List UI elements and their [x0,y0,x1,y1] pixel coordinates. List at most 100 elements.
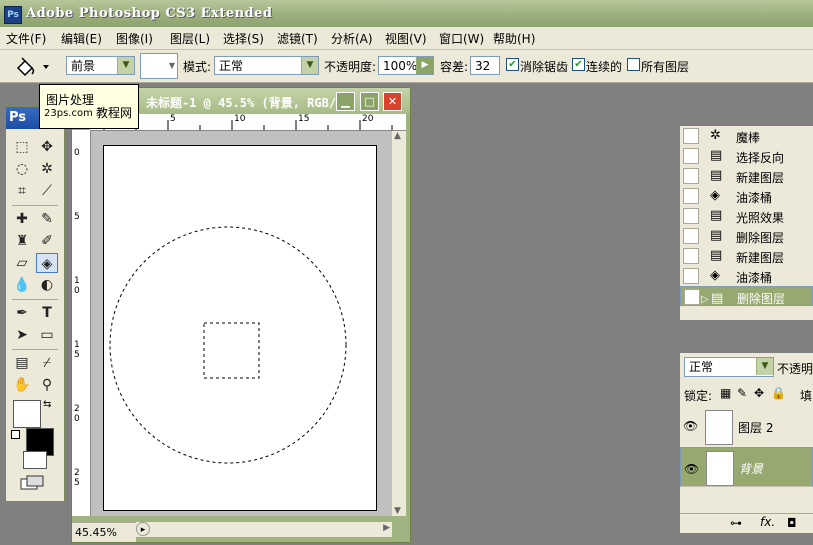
layer-opacity-label: 不透明 [777,362,813,376]
history-item[interactable]: ▤ 新建图层 [680,246,813,266]
history-panel: ✲ 魔棒 ▤ 选择反向 ▤ 新建图层 ◈ 油漆桶 ▤ 光照效果 ▤ 删除图层 ▤ 新建图层 ◈… [680,126,813,320]
default-colors-icon[interactable] [11,430,20,439]
close-icon[interactable]: ✕ [383,92,402,111]
horizontal-scrollbar[interactable]: ▸ ▶ [136,522,392,537]
history-state-icon: ▤ [711,291,724,306]
history-brush-tool-icon[interactable]: ✐ [36,231,58,251]
layer-mask-icon[interactable]: ◘ [787,516,797,530]
menu-analysis[interactable]: 分析(A) [331,30,373,47]
history-state-icon: ▤ [710,228,723,243]
vertical-scrollbar[interactable]: ▲ ▼ [392,131,406,516]
document-window: 未标题-1 @ 45.5% (背景, RGB/8) ▁ □ ✕ 0 5 10 1… [71,87,411,543]
layer-thumbnail [705,410,733,445]
menu-filter[interactable]: 滤镜(T) [277,30,318,47]
chevron-right-icon[interactable]: ▶ [416,57,433,74]
blend-mode-select[interactable]: 正常 ▼ [684,357,774,377]
tooltip-brand: 教程网 [96,106,133,120]
path-selection-tool-icon[interactable]: ➤ [11,325,33,345]
mode-label: 模式: [183,60,212,74]
foreground-color-swatch[interactable] [13,400,41,428]
layer-row[interactable]: 👁 图层 2 [680,407,813,448]
toolbox-logo: Ps [9,110,27,125]
shape-tool-icon[interactable]: ▭ [36,325,58,345]
layer-style-icon[interactable]: fx. [760,515,775,529]
all-layers-checkbox[interactable] [627,58,640,71]
eye-icon[interactable]: 👁 [683,419,698,433]
photoshop-logo-icon: Ps [4,6,22,24]
menu-image[interactable]: 图像(I) [116,30,153,47]
zoom-level[interactable]: 45.45% [75,526,117,539]
scroll-down-icon[interactable]: ▼ [394,506,401,516]
layers-footer: ⊶ fx. ◘ [680,513,813,534]
minimize-icon[interactable]: ▁ [336,92,355,111]
screen-mode-icon[interactable] [20,475,46,491]
fill-source-select[interactable]: 前景 ▼ [66,56,135,75]
swap-colors-icon[interactable]: ⇆ [43,399,51,410]
contiguous-checkbox[interactable]: ✔ [572,58,585,71]
tool-preset-picker[interactable] [10,54,54,78]
pattern-picker[interactable]: ▼ [140,53,178,79]
menu-edit[interactable]: 编辑(E) [61,30,102,47]
history-item-selected[interactable]: ▷ ▤ 删除图层 [680,286,813,306]
history-state-icon: ▤ [710,208,723,223]
menu-file[interactable]: 文件(F) [6,30,46,47]
chevron-down-icon: ▼ [756,358,773,375]
history-item[interactable]: ▤ 新建图层 [680,166,813,186]
marquee-tool-icon[interactable]: ⬚ [11,137,33,157]
magic-wand-tool-icon[interactable]: ✲ [36,159,58,179]
lasso-tool-icon[interactable]: ◌ [11,159,33,179]
tooltip-line1: 图片处理 [46,93,95,107]
document-canvas[interactable] [103,145,377,511]
layer-name: 图层 2 [738,421,774,435]
link-layers-icon[interactable]: ⊶ [730,516,742,530]
quick-mask-icon[interactable] [23,451,47,469]
menu-select[interactable]: 选择(S) [223,30,264,47]
zoom-tool-icon[interactable]: ⚲ [36,375,58,395]
eye-icon[interactable]: 👁 [684,460,699,479]
eraser-tool-icon[interactable]: ▱ [11,253,33,273]
history-item[interactable]: ▤ 光照效果 [680,206,813,226]
paint-bucket-tool-icon[interactable]: ◈ [36,253,58,273]
blur-tool-icon[interactable]: 💧 [11,275,33,295]
menu-window[interactable]: 窗口(W) [439,30,484,47]
menu-view[interactable]: 视图(V) [385,30,427,47]
lock-position-icon[interactable]: ✥ [754,386,764,400]
tolerance-input[interactable]: 32 [470,56,500,75]
lock-transparency-icon[interactable]: ▦ [720,386,731,400]
move-tool-icon[interactable]: ✥ [36,137,58,157]
dodge-tool-icon[interactable]: ◐ [36,275,58,295]
menu-help[interactable]: 帮助(H) [493,30,535,47]
lock-pixels-icon[interactable]: ✎ [737,386,747,400]
history-item[interactable]: ◈ 油漆桶 [680,266,813,286]
opacity-label: 不透明度: [324,60,377,74]
tooltip-site: 23ps.com [44,108,93,119]
mode-select[interactable]: 正常 ▼ [214,56,319,75]
scroll-right-icon[interactable]: ▶ [383,523,390,533]
history-item[interactable]: ▤ 选择反向 [680,146,813,166]
pen-tool-icon[interactable]: ✒ [11,303,33,323]
healing-brush-tool-icon[interactable]: ✚ [11,209,33,229]
eyedropper-tool-icon[interactable]: ⌿ [36,353,58,373]
crop-tool-icon[interactable]: ⌗ [11,181,33,201]
status-menu-icon[interactable]: ▸ [136,522,150,536]
ruler-left-label: 20 [74,404,80,424]
history-item[interactable]: ✲ 魔棒 [680,126,813,146]
brush-tool-icon[interactable]: ✎ [36,209,58,229]
hand-tool-icon[interactable]: ✋ [11,375,33,395]
lock-all-icon[interactable]: 🔒 [771,386,786,400]
ruler-left-label: 25 [74,468,80,488]
clone-stamp-tool-icon[interactable]: ♜ [11,231,33,251]
maximize-icon[interactable]: □ [360,92,379,111]
canvas-area[interactable] [91,131,392,516]
status-bar: 45.45% [72,522,136,542]
slice-tool-icon[interactable]: ⟋ [36,181,58,201]
notes-tool-icon[interactable]: ▤ [11,353,33,373]
history-item[interactable]: ◈ 油漆桶 [680,186,813,206]
menu-layer[interactable]: 图层(L) [170,30,210,47]
history-item[interactable]: ▤ 删除图层 [680,226,813,246]
type-tool-icon[interactable]: T [36,303,58,323]
scroll-up-icon[interactable]: ▲ [394,131,401,141]
layer-row-selected[interactable]: 👁 背景 [680,447,813,487]
opacity-input[interactable]: 100% ▶ [378,56,434,75]
antialias-checkbox[interactable]: ✔ [506,58,519,71]
